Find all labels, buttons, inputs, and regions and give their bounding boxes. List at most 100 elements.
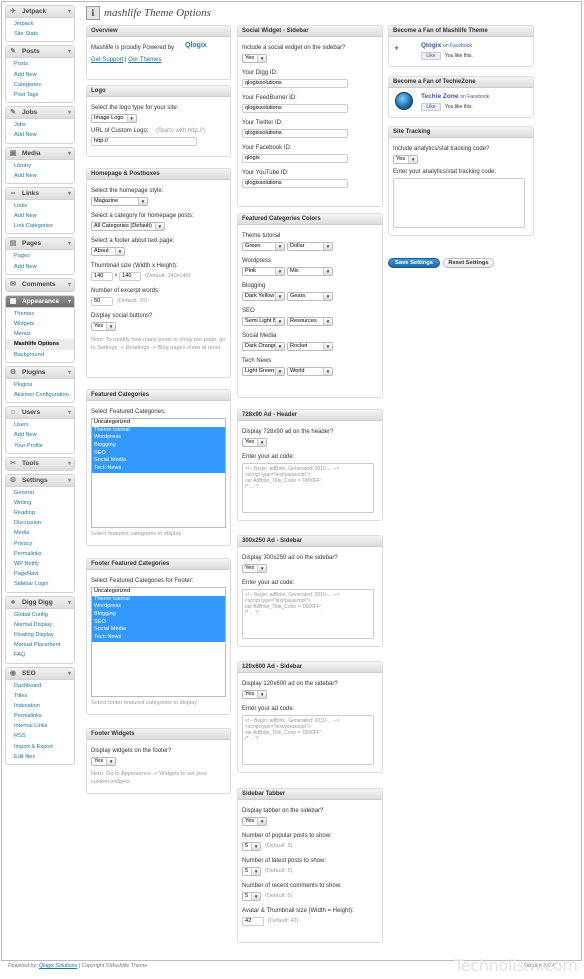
pattern-select[interactable]: Dollar ▼ <box>287 242 333 251</box>
chevron-down-icon[interactable]: ▾ <box>68 148 71 160</box>
menu-item-background[interactable]: Background <box>6 350 74 360</box>
menu-header-posts[interactable]: ✎ Posts ▾ <box>6 46 74 59</box>
menu-header-media[interactable]: ▣ Media ▾ <box>6 147 74 160</box>
menu-header-jobs[interactable]: ✎ Jobs ▾ <box>6 107 74 120</box>
excerpt-words-input[interactable]: 50 <box>91 297 113 306</box>
menu-header-plugins[interactable]: ⚙ Plugins ▾ <box>6 366 74 379</box>
category-option[interactable]: Blogging <box>92 611 225 619</box>
tabber-display-select[interactable]: Yes ▼ <box>242 817 268 826</box>
category-option[interactable]: Social Media <box>92 457 225 466</box>
twitter-id-input[interactable]: qlogixsolutions <box>242 129 348 138</box>
menu-header-users[interactable]: ☺ Users ▾ <box>6 407 74 420</box>
menu-item-permalinks[interactable]: Permalinks <box>6 549 74 559</box>
ad-300-select[interactable]: Yes ▼ <box>242 564 268 573</box>
menu-item-titles[interactable]: Titles <box>6 691 74 701</box>
category-option[interactable]: SEO <box>92 449 225 458</box>
menu-header-jetpack[interactable]: ✈ Jetpack ▾ <box>6 6 74 18</box>
menu-item-faq[interactable]: FAQ <box>6 650 74 660</box>
facebook-like-button[interactable]: Like <box>421 103 441 111</box>
menu-item-add-new[interactable]: Add New <box>6 430 74 440</box>
color-select[interactable]: Dark Yellow ▼ <box>242 292 285 301</box>
recent-comments-select[interactable]: 5 ▼ <box>242 892 262 901</box>
color-select[interactable]: Pink ▼ <box>242 267 285 276</box>
menu-header-seo[interactable]: ◉ SEO ▾ <box>6 667 74 680</box>
menu-item-mashlife-options[interactable]: Mashlife Options <box>6 339 74 350</box>
menu-header-settings[interactable]: ⚙ Settings ▾ <box>6 474 74 487</box>
category-option[interactable]: Uncategorized <box>92 588 225 596</box>
menu-item-rss[interactable]: RSS <box>6 731 74 741</box>
popular-posts-select[interactable]: 5 ▼ <box>242 842 262 851</box>
menu-item-manual-placement[interactable]: Manual Placement <box>6 640 74 650</box>
category-option[interactable]: Tech News <box>92 465 225 473</box>
youtube-id-input[interactable]: qlogixsolutions <box>242 179 348 188</box>
reset-settings-button[interactable]: Reset Settings <box>443 258 494 268</box>
menu-item-writing[interactable]: Writing <box>6 498 74 508</box>
chevron-down-icon[interactable]: ▾ <box>68 458 71 470</box>
category-option[interactable]: Theme tutorial <box>92 426 225 435</box>
menu-item-general[interactable]: General <box>6 488 74 498</box>
menu-header-pages[interactable]: ▤ Pages ▾ <box>6 238 74 251</box>
menu-item-add-new[interactable]: Add New <box>6 171 74 181</box>
menu-item-internal-links[interactable]: Internal Links <box>6 721 74 731</box>
featured-categories-list[interactable]: Uncategorized Theme tutorial Wordpress Blog… <box>91 418 226 528</box>
facebook-id-input[interactable]: qlogix <box>242 154 348 163</box>
category-option[interactable]: Uncategorized <box>92 419 225 427</box>
category-option[interactable]: SEO <box>92 618 225 627</box>
footer-about-select[interactable]: About ▼ <box>91 247 125 256</box>
category-option[interactable]: Theme tutorial <box>92 595 225 604</box>
menu-header-links[interactable]: ∞ Links ▾ <box>6 187 74 200</box>
tracking-include-select[interactable]: Yes ▼ <box>393 155 419 164</box>
menu-item-edit-files[interactable]: Edit files <box>6 752 74 762</box>
chevron-down-icon[interactable]: ▾ <box>68 188 71 200</box>
menu-item-widgets[interactable]: Widgets <box>6 319 74 329</box>
chevron-down-icon[interactable]: ▾ <box>68 668 71 680</box>
menu-header-tools[interactable]: ✂ Tools ▾ <box>6 457 74 470</box>
menu-item-pages[interactable]: Pages <box>6 251 74 261</box>
chevron-down-icon[interactable]: ▾ <box>68 407 71 419</box>
menu-item-posts[interactable]: Posts <box>6 59 74 69</box>
menu-item-categories[interactable]: Categories <box>6 80 74 90</box>
ad-728-code-textarea[interactable]: <!-- Begin: adBrite, Generated: 2010-...… <box>242 463 374 513</box>
menu-item-sidebar-login[interactable]: Sidebar Login <box>6 579 74 589</box>
menu-item-plugins[interactable]: Plugins <box>6 380 74 390</box>
pattern-select[interactable]: Rocket ▼ <box>287 342 333 351</box>
logo-url-input[interactable]: http:// <box>91 137 197 146</box>
facebook-like-button[interactable]: Like <box>421 52 441 60</box>
menu-item-discussion[interactable]: Discussion <box>6 518 74 528</box>
color-select[interactable]: Semi Light Blue ▼ <box>242 317 285 326</box>
pattern-select[interactable]: Mic ▼ <box>287 267 333 276</box>
category-option[interactable]: Social Media <box>92 626 225 635</box>
menu-item-add-new[interactable]: Add New <box>6 70 74 80</box>
pattern-select[interactable]: Resources ▼ <box>287 317 333 326</box>
menu-item-privacy[interactable]: Privacy <box>6 539 74 549</box>
tracking-code-textarea[interactable] <box>393 178 525 228</box>
menu-header-comments[interactable]: ✉ Comments ▾ <box>6 278 74 291</box>
category-option[interactable]: Wordpress <box>92 434 225 443</box>
color-select[interactable]: Light Green 2 ▼ <box>242 367 285 376</box>
feedburner-id-input[interactable]: qlogixsolutions <box>242 104 348 113</box>
menu-item-akismet-configuration[interactable]: Akismet Configuration <box>6 390 74 400</box>
pattern-select[interactable]: World ▼ <box>287 367 333 376</box>
footer-featured-list[interactable]: Uncategorized Theme tutorial Wordpress Blog… <box>91 587 226 697</box>
menu-item-import-export[interactable]: Import & Export <box>6 742 74 752</box>
color-select[interactable]: Dark Orange ▼ <box>242 342 285 351</box>
menu-item-normal-display[interactable]: Normal Display <box>6 620 74 630</box>
menu-item-pagenavi[interactable]: PageNavi <box>6 569 74 579</box>
ad-120-code-textarea[interactable]: <!-- Begin: adBrite, Generated: 2010-...… <box>242 715 374 765</box>
category-option[interactable]: Tech News <box>92 634 225 642</box>
menu-item-global-config[interactable]: Global Config <box>6 610 74 620</box>
menu-item-reading[interactable]: Reading <box>6 508 74 518</box>
menu-item-add-new[interactable]: Add New <box>6 262 74 272</box>
category-option[interactable]: Wordpress <box>92 603 225 612</box>
menu-item-media[interactable]: Media <box>6 528 74 538</box>
menu-item-jetpack[interactable]: Jetpack <box>6 19 74 29</box>
pattern-select[interactable]: Gears ▼ <box>287 292 333 301</box>
menu-item-add-new[interactable]: Add New <box>6 130 74 140</box>
menu-item-jobs[interactable]: Jobs <box>6 120 74 130</box>
menu-item-indexation[interactable]: Indexation <box>6 701 74 711</box>
chevron-down-icon[interactable]: ▾ <box>68 279 71 291</box>
menu-item-menus[interactable]: Menus <box>6 329 74 339</box>
chevron-down-icon[interactable]: ▾ <box>68 296 71 308</box>
get-support-link[interactable]: Get Support <box>91 57 123 63</box>
menu-header-appearance[interactable]: ▦ Appearance ▾ <box>6 295 74 308</box>
